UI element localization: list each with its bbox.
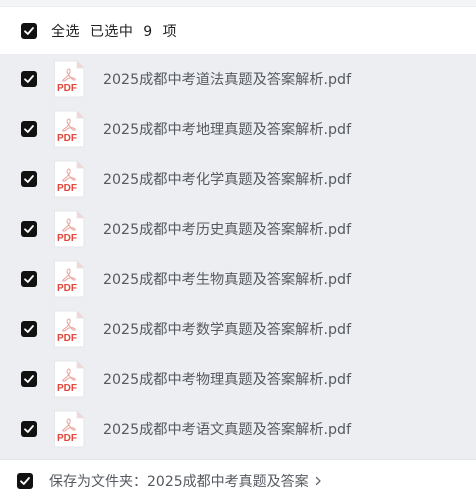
checkmark-icon [24,375,34,383]
checkmark-icon [24,75,34,83]
pdf-file-icon: PDF [54,410,85,448]
file-checkbox[interactable] [21,221,37,237]
file-name: 2025成都中考数学真题及答案解析.pdf [103,322,352,338]
checkmark-icon [24,125,34,133]
file-name: 2025成都中考地理真题及答案解析.pdf [103,122,352,138]
svg-text:PDF: PDF [57,133,77,144]
file-name: 2025成都中考化学真题及答案解析.pdf [103,172,352,188]
save-as-folder-checkbox[interactable] [17,472,33,489]
pdf-file-icon: PDF [54,210,85,248]
checkmark-icon [20,476,30,485]
pdf-file-icon: PDF [54,310,85,348]
checkmark-icon [24,26,34,35]
checkmark-icon [24,225,34,233]
file-row[interactable]: PDF 2025成都中考物理真题及答案解析.pdf [0,354,476,404]
file-row[interactable]: PDF 2025成都中考化学真题及答案解析.pdf [0,154,476,204]
svg-text:PDF: PDF [57,183,77,194]
file-checkbox[interactable] [21,71,37,87]
file-checkbox[interactable] [21,171,37,187]
chevron-right-icon[interactable] [315,476,322,486]
svg-text:PDF: PDF [57,383,77,394]
file-name: 2025成都中考历史真题及答案解析.pdf [103,222,352,238]
file-checkbox[interactable] [21,321,37,337]
file-row[interactable]: PDF 2025成都中考数学真题及答案解析.pdf [0,304,476,354]
file-checkbox[interactable] [21,421,37,437]
file-name: 2025成都中考生物真题及答案解析.pdf [103,272,352,288]
file-checkbox[interactable] [21,121,37,137]
selection-count-label: 全选 已选中 9 项 [51,23,178,40]
file-list: PDF 2025成都中考道法真题及答案解析.pdf PDF 2025成都中考地理… [0,54,476,459]
select-all-checkbox[interactable] [21,22,37,39]
checkmark-icon [24,325,34,333]
save-folder-label: 保存为文件夹：2025成都中考真题及答案 [49,473,309,490]
svg-text:PDF: PDF [57,283,77,294]
file-row[interactable]: PDF 2025成都中考地理真题及答案解析.pdf [0,104,476,154]
svg-text:PDF: PDF [57,83,77,94]
checkmark-icon [24,175,34,183]
pdf-file-icon: PDF [54,60,85,98]
file-name: 2025成都中考道法真题及答案解析.pdf [103,72,352,88]
pdf-file-icon: PDF [54,160,85,198]
file-row[interactable]: PDF 2025成都中考道法真题及答案解析.pdf [0,54,476,104]
file-save-sheet: 全选 已选中 9 项 PDF 2025成都中考道法真题及答案解析.pdf PDF… [0,0,476,500]
file-row[interactable]: PDF 2025成都中考生物真题及答案解析.pdf [0,254,476,304]
pdf-file-icon: PDF [54,360,85,398]
sheet-top-edge [0,0,476,7]
select-all-row[interactable]: 全选 已选中 9 项 [0,7,476,54]
file-row[interactable]: PDF 2025成都中考语文真题及答案解析.pdf [0,404,476,454]
file-row[interactable]: PDF 2025成都中考历史真题及答案解析.pdf [0,204,476,254]
save-folder-bar[interactable]: 保存为文件夹：2025成都中考真题及答案 [0,459,476,500]
svg-text:PDF: PDF [57,333,77,344]
pdf-file-icon: PDF [54,110,85,148]
file-checkbox[interactable] [21,371,37,387]
file-name: 2025成都中考语文真题及答案解析.pdf [103,422,352,438]
file-name: 2025成都中考物理真题及答案解析.pdf [103,372,352,388]
checkmark-icon [24,425,34,433]
svg-text:PDF: PDF [57,233,77,244]
file-checkbox[interactable] [21,271,37,287]
svg-text:PDF: PDF [57,433,77,444]
pdf-file-icon: PDF [54,260,85,298]
checkmark-icon [24,275,34,283]
